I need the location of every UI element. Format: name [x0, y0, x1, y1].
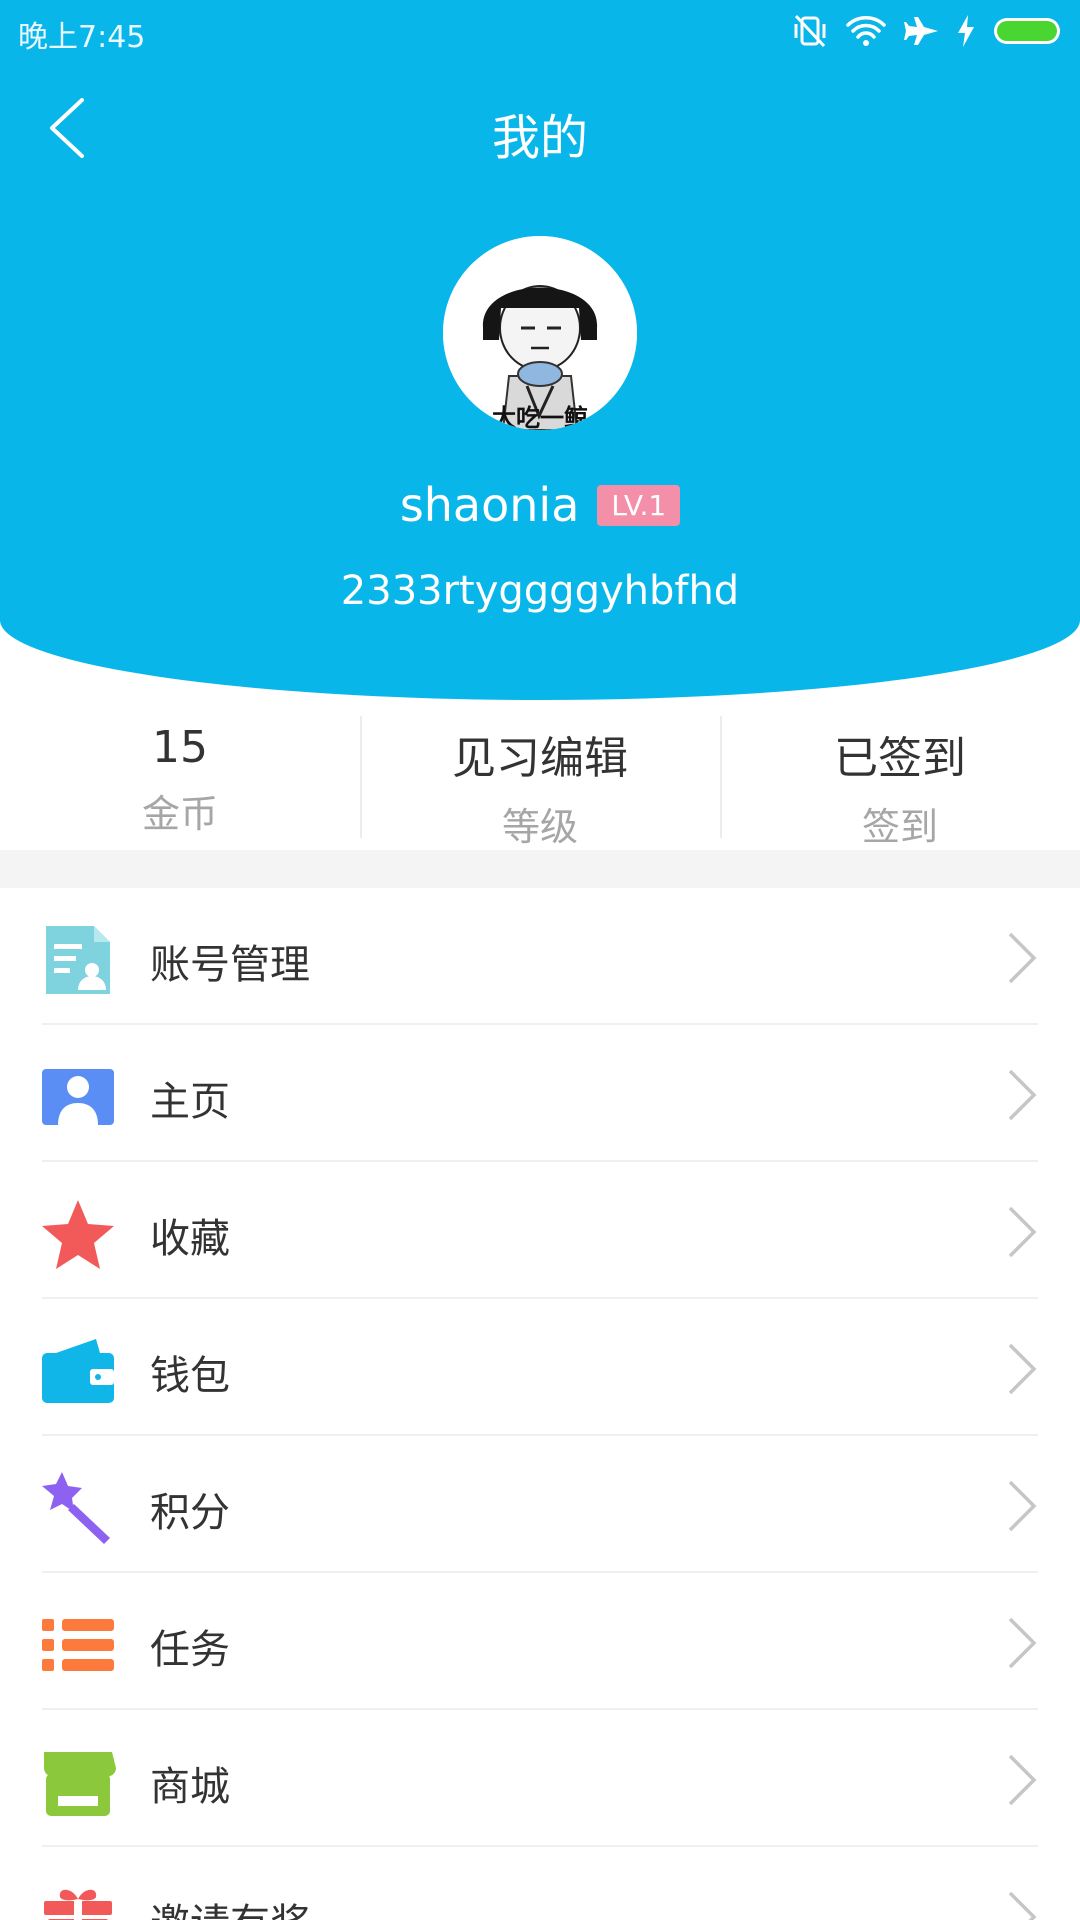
charging-icon — [958, 15, 974, 47]
airplane-icon — [904, 15, 940, 47]
page-title: 我的 — [491, 110, 588, 166]
section-divider — [0, 850, 1080, 888]
star-icon — [40, 1196, 116, 1272]
avatar[interactable]: 大吃一鲸 — [443, 236, 637, 430]
chevron-right-icon — [1006, 1889, 1038, 1920]
avatar-image: 大吃一鲸 — [443, 236, 637, 430]
status-icons — [792, 14, 1064, 48]
menu-item-tasks[interactable]: 任务 — [0, 1573, 1080, 1710]
vibrate-off-icon — [792, 14, 828, 48]
stat-checkin[interactable]: 已签到 签到 — [720, 700, 1080, 850]
username: shaonia — [399, 478, 580, 532]
menu-item-label: 收藏 — [150, 1216, 230, 1262]
avatar-caption: 大吃一鲸 — [492, 404, 588, 430]
chevron-right-icon — [1006, 1341, 1038, 1397]
stat-label: 等级 — [501, 805, 578, 849]
level-badge: LV.1 — [597, 484, 681, 526]
menu-item-label: 任务 — [150, 1627, 230, 1673]
shop-icon — [40, 1744, 116, 1820]
profile-header: 晚上7:45 我的 大吃一鲸 shaonia LV.1 2333rtyggggy… — [0, 0, 1080, 700]
stat-value: 见习编辑 — [452, 733, 628, 784]
user-info-row: shaonia LV.1 — [0, 478, 1080, 532]
wallet-icon — [40, 1333, 116, 1409]
task-list-icon — [40, 1607, 116, 1683]
menu-item-wallet[interactable]: 钱包 — [0, 1299, 1080, 1436]
battery-icon — [992, 16, 1064, 46]
chevron-right-icon — [1006, 1067, 1038, 1123]
stat-label: 签到 — [861, 805, 938, 849]
menu-item-homepage[interactable]: 主页 — [0, 1025, 1080, 1162]
stat-label: 金币 — [141, 792, 218, 836]
wifi-icon — [846, 15, 886, 47]
stats-bar: 15 金币 见习编辑 等级 已签到 签到 — [0, 700, 1080, 850]
chevron-right-icon — [1006, 1752, 1038, 1808]
status-bar: 晚上7:45 — [0, 0, 1080, 60]
chevron-right-icon — [1006, 1478, 1038, 1534]
menu-item-label: 积分 — [150, 1490, 230, 1536]
chevron-right-icon — [1006, 1204, 1038, 1260]
user-signature: 2333rtyggggyhbfhd — [340, 568, 740, 614]
menu-item-label: 主页 — [150, 1079, 230, 1125]
menu-item-account[interactable]: 账号管理 — [0, 888, 1080, 1025]
menu-item-label: 钱包 — [150, 1353, 230, 1399]
menu-item-points[interactable]: 积分 — [0, 1436, 1080, 1573]
menu-item-label: 商城 — [150, 1764, 230, 1810]
stat-value: 15 — [152, 722, 208, 773]
chevron-right-icon — [1006, 930, 1038, 986]
menu-item-favorites[interactable]: 收藏 — [0, 1162, 1080, 1299]
profile-icon — [40, 1059, 116, 1135]
status-time: 晚上7:45 — [18, 20, 146, 55]
menu-list: 账号管理 主页 收藏 钱包 积分 任务 商城 — [0, 888, 1080, 1920]
stat-value: 已签到 — [834, 733, 966, 784]
menu-item-label: 账号管理 — [150, 942, 310, 988]
stat-level[interactable]: 见习编辑 等级 — [360, 700, 720, 850]
stat-coins[interactable]: 15 金币 — [0, 700, 360, 850]
menu-item-invite[interactable]: 邀请有奖 — [0, 1847, 1080, 1920]
menu-item-label: 邀请有奖 — [150, 1891, 310, 1920]
chevron-right-icon — [1006, 1615, 1038, 1671]
magic-wand-icon — [40, 1470, 116, 1546]
account-card-icon — [40, 922, 116, 998]
gift-icon — [40, 1881, 116, 1920]
menu-item-shop[interactable]: 商城 — [0, 1710, 1080, 1847]
